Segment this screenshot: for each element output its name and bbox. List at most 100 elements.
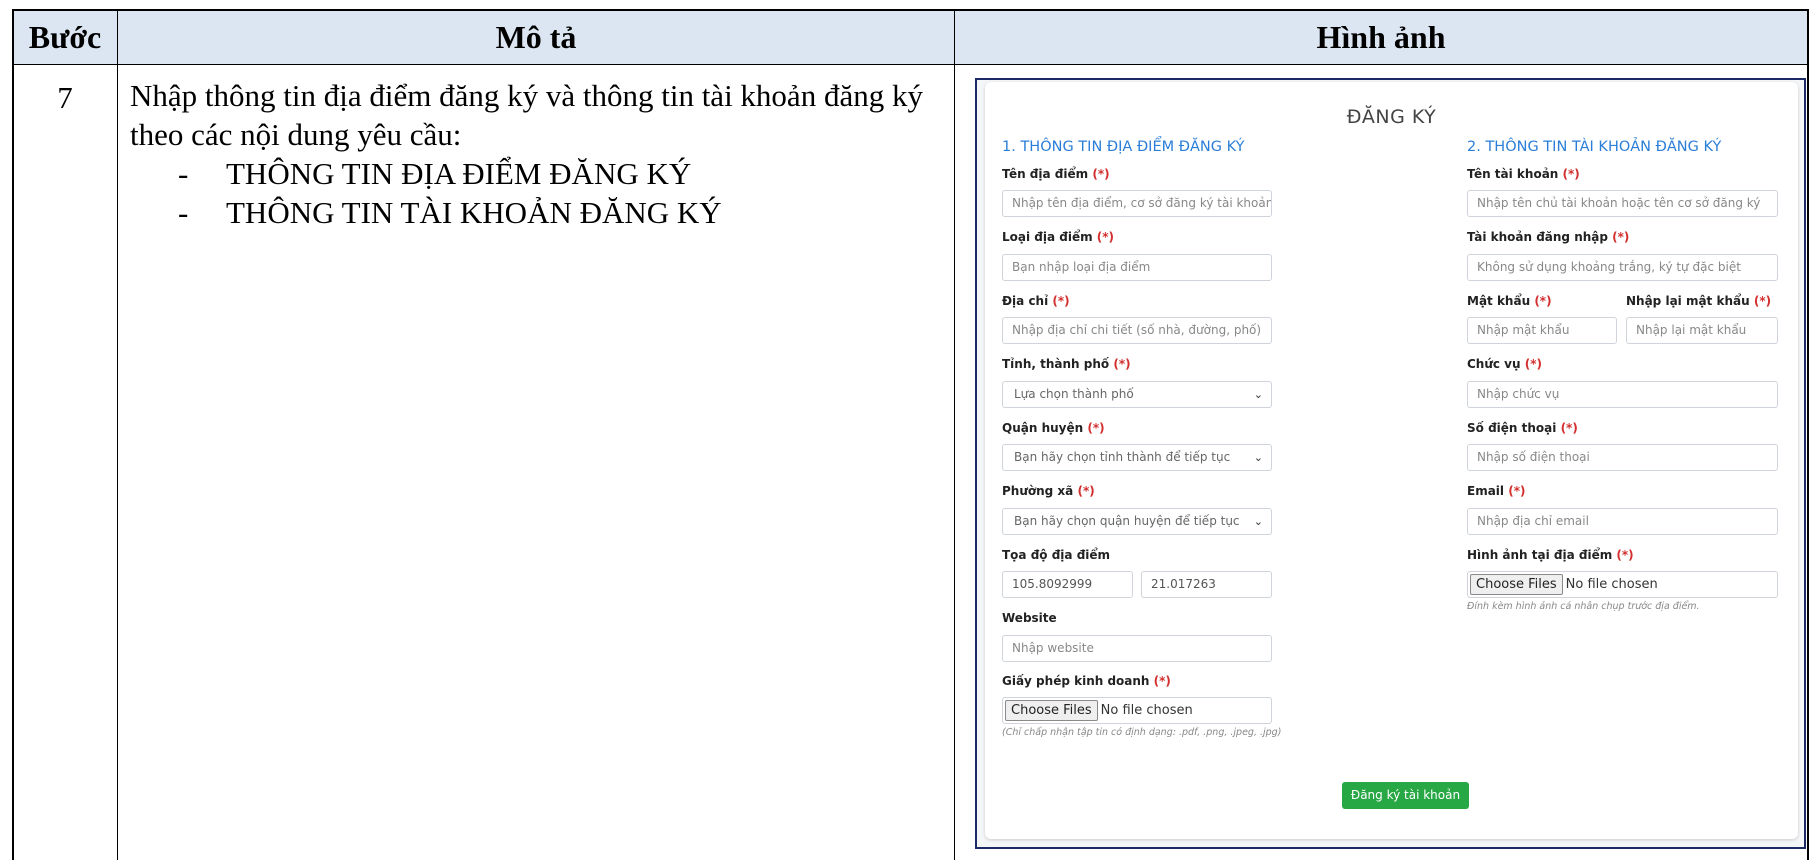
required-mark: (*)	[1612, 230, 1630, 244]
header-image: Hình ảnh	[1316, 19, 1446, 55]
label-place-name: Tên địa điểm (*)	[1002, 167, 1110, 181]
bullet-dash: -	[178, 195, 189, 230]
license-file-input[interactable]: Choose Files No file chosen	[1002, 697, 1272, 724]
password-input[interactable]: Nhập mật khẩu	[1467, 317, 1617, 344]
header-description: Mô tả	[495, 19, 577, 55]
choose-files-button[interactable]: Choose Files	[1470, 574, 1563, 595]
step-description: Nhập thông tin địa điểm đăng ký và thông…	[130, 76, 945, 232]
required-mark: (*)	[1096, 230, 1115, 244]
required-mark: (*)	[1087, 421, 1105, 435]
place-type-input[interactable]: Bạn nhập loại địa điểm	[1002, 254, 1272, 281]
label-text: Mật khẩu	[1467, 294, 1531, 308]
label-password: Mật khẩu (*)	[1467, 294, 1552, 308]
label-account-name: Tên tài khoản (*)	[1467, 167, 1580, 181]
label-phone: Số điện thoại (*)	[1467, 421, 1578, 435]
account-name-input[interactable]: Nhập tên chủ tài khoản hoặc tên cơ sở đă…	[1467, 190, 1778, 217]
label-text: Tài khoản đăng nhập	[1467, 230, 1608, 244]
table-divider-1	[116, 9, 118, 860]
table-border-right	[1807, 9, 1809, 860]
choose-files-button[interactable]: Choose Files	[1005, 700, 1098, 721]
label-text: Hình ảnh tại địa điểm	[1467, 548, 1613, 562]
label-text: Địa chỉ	[1002, 294, 1049, 308]
required-mark: (*)	[1052, 294, 1070, 308]
file-status: No file chosen	[1100, 703, 1193, 718]
list-item: - THÔNG TIN ĐỊA ĐIỂM ĐĂNG KÝ	[130, 154, 945, 193]
table-border-header-bottom	[12, 63, 1809, 65]
photo-file-input[interactable]: Choose Files No file chosen	[1467, 571, 1778, 598]
select-value: Lựa chọn thành phố	[1014, 387, 1134, 401]
label-text: Nhập lại mật khẩu	[1626, 294, 1750, 308]
step-number: 7	[57, 80, 73, 115]
required-mark: (*)	[1113, 357, 1131, 371]
label-coordinates: Tọa độ địa điểm	[1002, 548, 1111, 562]
photo-hint: Đính kèm hình ảnh cá nhân chụp trước địa…	[1467, 601, 1700, 612]
place-name-input[interactable]: Nhập tên địa điểm, cơ sở đăng ký tài kho…	[1002, 190, 1272, 217]
description-text: Nhập thông tin địa điểm đăng ký và thông…	[130, 78, 923, 152]
label-text: Chức vụ	[1467, 357, 1521, 371]
label-business-license: Giấy phép kinh doanh (*)	[1002, 674, 1171, 688]
table-divider-2	[953, 9, 955, 860]
province-select[interactable]: Lựa chọn thành phố ⌄	[1002, 381, 1272, 408]
label-website: Website	[1002, 611, 1057, 625]
required-mark: (*)	[1524, 357, 1542, 371]
description-list: - THÔNG TIN ĐỊA ĐIỂM ĐĂNG KÝ - THÔNG TIN T…	[130, 154, 945, 232]
required-mark: (*)	[1616, 548, 1634, 562]
label-province: Tỉnh, thành phố (*)	[1002, 357, 1131, 371]
latitude-input[interactable]: 21.017263	[1141, 571, 1272, 598]
label-text: Phường xã	[1002, 484, 1074, 498]
label-text: Email	[1467, 484, 1505, 498]
label-ward: Phường xã (*)	[1002, 484, 1095, 498]
username-input[interactable]: Không sử dụng khoảng trắng, ký tự đặc bi…	[1467, 254, 1778, 281]
phone-input[interactable]: Nhập số điện thoại	[1467, 444, 1778, 471]
email-input[interactable]: Nhập địa chỉ email	[1467, 508, 1778, 535]
chevron-down-icon: ⌄	[1253, 515, 1263, 528]
label-text: Tên tài khoản	[1467, 167, 1559, 181]
section-title-place: 1. THÔNG TIN ĐỊA ĐIỂM ĐĂNG KÝ	[1002, 139, 1245, 155]
label-photo: Hình ảnh tại địa điểm (*)	[1467, 548, 1634, 562]
website-input[interactable]: Nhập website	[1002, 635, 1272, 662]
label-text: Quận huyện	[1002, 421, 1084, 435]
register-account-button[interactable]: Đăng ký tài khoản	[1342, 782, 1469, 809]
position-input[interactable]: Nhập chức vụ	[1467, 381, 1778, 408]
required-mark: (*)	[1534, 294, 1552, 308]
license-hint: (Chỉ chấp nhận tập tin có định dạng: .pd…	[1002, 727, 1282, 738]
address-input[interactable]: Nhập địa chỉ chi tiết (số nhà, đường, ph…	[1002, 317, 1272, 344]
chevron-down-icon: ⌄	[1253, 451, 1263, 464]
list-item: - THÔNG TIN TÀI KHOẢN ĐĂNG KÝ	[130, 193, 945, 232]
screenshot-frame: ĐĂNG KÝ 1. THÔNG TIN ĐỊA ĐIỂM ĐĂNG KÝ Tê…	[975, 78, 1806, 849]
form-title: ĐĂNG KÝ	[1346, 106, 1437, 128]
district-select[interactable]: Bạn hãy chọn tỉnh thành để tiếp tục ⌄	[1002, 444, 1272, 471]
required-mark: (*)	[1153, 674, 1171, 688]
registration-form: ĐĂNG KÝ 1. THÔNG TIN ĐỊA ĐIỂM ĐĂNG KÝ Tê…	[985, 82, 1798, 839]
required-mark: (*)	[1560, 421, 1578, 435]
bullet-text: THÔNG TIN ĐỊA ĐIỂM ĐĂNG KÝ	[226, 156, 692, 191]
label-address: Địa chỉ (*)	[1002, 294, 1070, 308]
label-username: Tài khoản đăng nhập (*)	[1467, 230, 1629, 244]
label-password-confirm: Nhập lại mật khẩu (*)	[1626, 294, 1771, 308]
label-text: Tỉnh, thành phố	[1002, 357, 1110, 371]
required-mark: (*)	[1077, 484, 1095, 498]
file-status: No file chosen	[1565, 577, 1658, 592]
chevron-down-icon: ⌄	[1253, 388, 1263, 401]
table-border-top	[12, 9, 1809, 11]
required-mark: (*)	[1562, 167, 1580, 181]
required-mark: (*)	[1508, 484, 1526, 498]
label-email: Email (*)	[1467, 484, 1525, 498]
select-value: Bạn hãy chọn quận huyện để tiếp tục	[1014, 514, 1240, 528]
bullet-dash: -	[178, 156, 189, 191]
label-text: Giấy phép kinh doanh	[1002, 674, 1150, 688]
label-position: Chức vụ (*)	[1467, 357, 1542, 371]
required-mark: (*)	[1753, 294, 1772, 308]
select-value: Bạn hãy chọn tỉnh thành để tiếp tục	[1014, 450, 1231, 464]
password-confirm-input[interactable]: Nhập lại mật khẩu	[1626, 317, 1778, 344]
label-text: Tên địa điểm	[1002, 167, 1089, 181]
required-mark: (*)	[1092, 167, 1110, 181]
ward-select[interactable]: Bạn hãy chọn quận huyện để tiếp tục ⌄	[1002, 508, 1272, 535]
section-title-account: 2. THÔNG TIN TÀI KHOẢN ĐĂNG KÝ	[1467, 139, 1722, 155]
label-district: Quận huyện (*)	[1002, 421, 1105, 435]
bullet-text: THÔNG TIN TÀI KHOẢN ĐĂNG KÝ	[226, 195, 722, 230]
table-border-left	[12, 9, 14, 860]
longitude-input[interactable]: 105.8092999	[1002, 571, 1133, 598]
label-text: Số điện thoại	[1467, 421, 1557, 435]
header-step: Bước	[28, 19, 102, 55]
